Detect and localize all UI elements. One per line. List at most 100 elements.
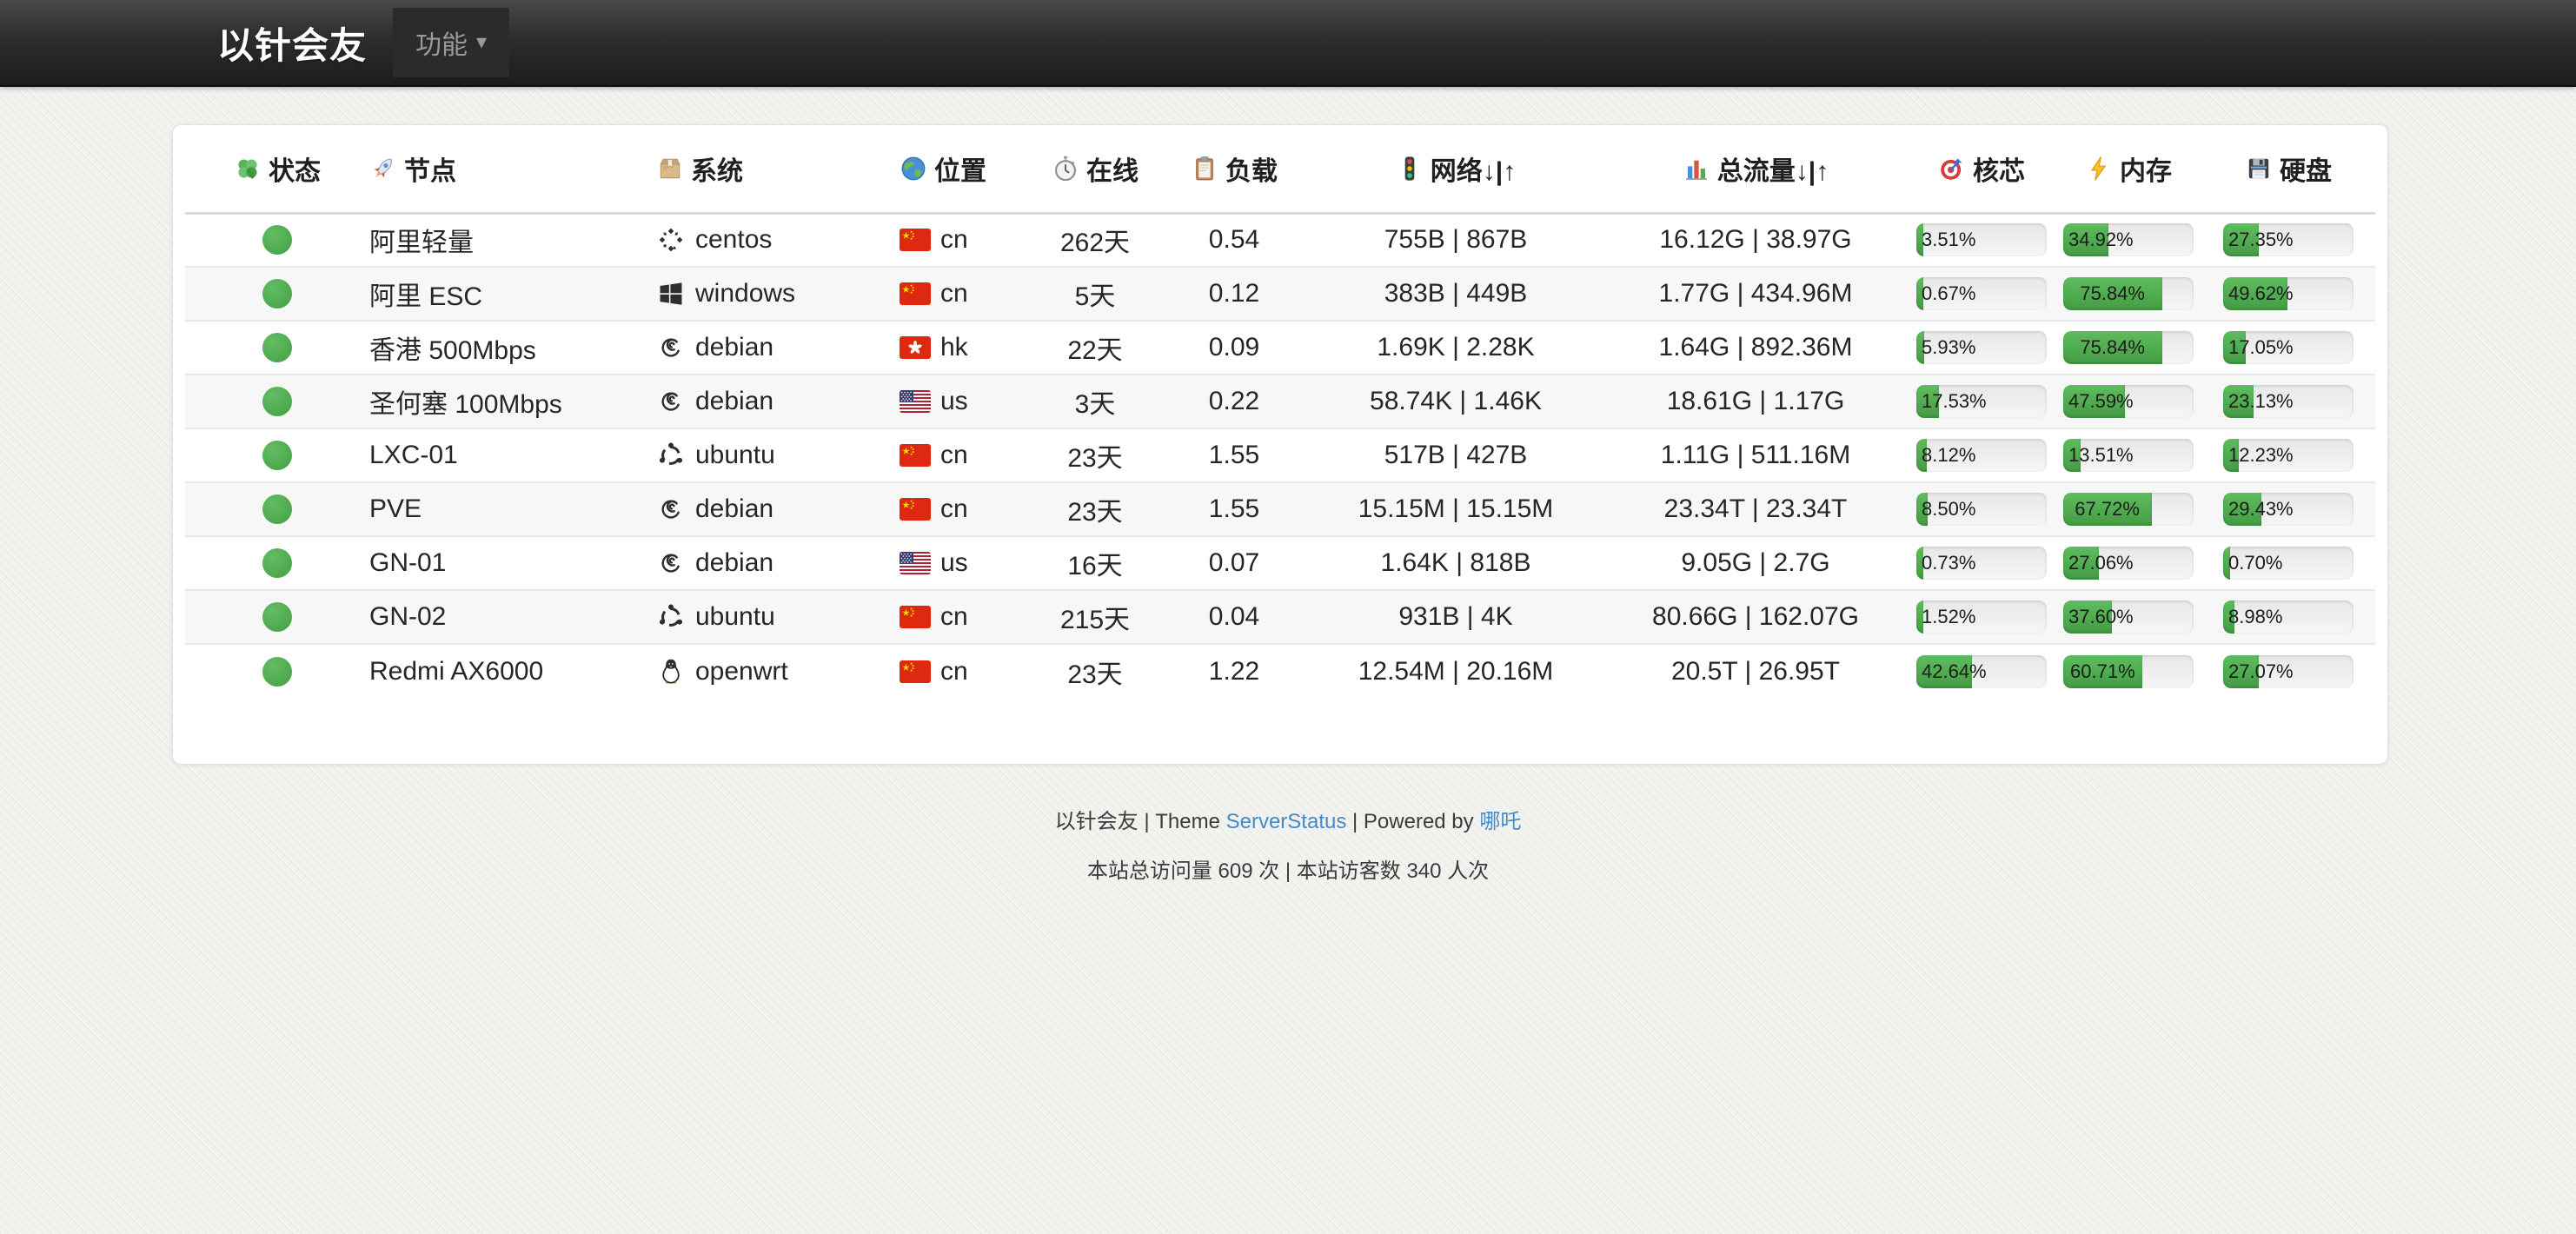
location-code: us	[940, 387, 968, 416]
location-code: cn	[940, 657, 968, 687]
uptime-value: 22天	[1030, 321, 1160, 375]
network-speed-value: 15.15M | 15.15M	[1308, 482, 1603, 536]
powered-by-link[interactable]: 哪吒	[1479, 810, 1521, 833]
location-code: hk	[940, 333, 968, 362]
status-online-dot	[262, 657, 292, 687]
cpu-progress-bar: 1.52%	[1916, 600, 2047, 634]
load-value: 1.22	[1160, 644, 1308, 698]
table-row[interactable]: GN-02 ubuntu cn 215天 0.04 931B | 4K 80.6…	[185, 590, 2375, 644]
disk-progress-bar: 27.35%	[2223, 223, 2354, 256]
col-header-network: 网络↓|↑	[1308, 125, 1603, 213]
uptime-value: 262天	[1030, 213, 1160, 267]
total-traffic-value: 1.77G | 434.96M	[1603, 267, 1908, 321]
menu-功能-dropdown[interactable]: 功能 ▾	[393, 8, 509, 77]
node-name: GN-02	[369, 590, 656, 644]
table-row[interactable]: 阿里 ESC windows cn 5天 0.12 383B | 449B 1.…	[185, 267, 2375, 321]
disk-percent-label: 8.98%	[2228, 600, 2282, 634]
cpu-percent-label: 3.51%	[1922, 223, 1975, 256]
table-row[interactable]: 阿里轻量 centos cn 262天 0.54 755B | 867B 16.…	[185, 213, 2375, 267]
node-name: 香港 500Mbps	[369, 321, 656, 375]
uptime-value: 23天	[1030, 482, 1160, 536]
dart-target-icon	[1938, 155, 1966, 182]
memory-percent-label: 37.60%	[2068, 600, 2134, 634]
memory-percent-label: 27.06%	[2068, 547, 2134, 580]
col-header-location: 位置	[900, 125, 1030, 213]
disk-progress-bar: 17.05%	[2223, 331, 2354, 364]
cpu-progress-bar: 8.12%	[1916, 439, 2047, 472]
windows-icon	[656, 279, 686, 308]
memory-progress-bar: 75.84%	[2063, 277, 2194, 310]
load-value: 0.54	[1160, 213, 1308, 267]
disk-percent-label: 12.23%	[2228, 439, 2294, 472]
disk-percent-label: 27.07%	[2228, 655, 2294, 688]
status-online-dot	[262, 494, 292, 524]
location-code: cn	[940, 225, 968, 255]
table-row[interactable]: 香港 500Mbps debian hk 22天 0.09 1.69K | 2.…	[185, 321, 2375, 375]
cpu-progress-bar: 5.93%	[1916, 331, 2047, 364]
disk-progress-bar: 27.07%	[2223, 655, 2354, 688]
table-row[interactable]: 圣何塞 100Mbps debian us 3天 0.22 58.74K | 1…	[185, 375, 2375, 428]
network-speed-value: 517B | 427B	[1308, 428, 1603, 482]
load-value: 1.55	[1160, 428, 1308, 482]
network-speed-value: 58.74K | 1.46K	[1308, 375, 1603, 428]
disk-percent-label: 0.70%	[2228, 547, 2282, 580]
table-row[interactable]: PVE debian cn 23天 1.55 15.15M | 15.15M 2…	[185, 482, 2375, 536]
os-name: debian	[695, 548, 773, 578]
os-name: ubuntu	[695, 441, 775, 470]
cpu-percent-label: 42.64%	[1922, 655, 1987, 688]
debian-icon	[656, 548, 686, 578]
load-value: 0.07	[1160, 536, 1308, 590]
disk-percent-label: 29.43%	[2228, 493, 2294, 526]
total-traffic-value: 80.66G | 162.07G	[1603, 590, 1908, 644]
memory-progress-bar: 34.92%	[2063, 223, 2194, 256]
os-name: windows	[695, 279, 795, 308]
table-row[interactable]: LXC-01 ubuntu cn 23天 1.55 517B | 427B 1.…	[185, 428, 2375, 482]
bar-chart-icon	[1683, 155, 1710, 182]
memory-percent-label: 13.51%	[2068, 439, 2134, 472]
cpu-percent-label: 0.67%	[1922, 277, 1975, 310]
memory-percent-label: 75.84%	[2080, 331, 2145, 364]
flag-cn-icon	[900, 606, 931, 628]
col-header-online: 在线	[1030, 125, 1160, 213]
theme-link[interactable]: ServerStatus	[1226, 810, 1347, 833]
load-value: 0.09	[1160, 321, 1308, 375]
load-value: 0.22	[1160, 375, 1308, 428]
uptime-value: 23天	[1030, 644, 1160, 698]
memory-progress-bar: 27.06%	[2063, 547, 2194, 580]
network-speed-value: 383B | 449B	[1308, 267, 1603, 321]
status-online-dot	[262, 548, 292, 578]
total-traffic-value: 1.11G | 511.16M	[1603, 428, 1908, 482]
table-row[interactable]: Redmi AX6000 openwrt cn 23天 1.22 12.54M …	[185, 644, 2375, 698]
network-speed-value: 1.69K | 2.28K	[1308, 321, 1603, 375]
disk-progress-bar: 0.70%	[2223, 547, 2354, 580]
centos-icon	[656, 225, 686, 255]
cpu-percent-label: 0.73%	[1922, 547, 1975, 580]
col-header-memory: 内存	[2055, 125, 2201, 213]
flag-cn-icon	[900, 498, 931, 521]
table-row[interactable]: GN-01 debian us 16天 0.07 1.64K | 818B 9.…	[185, 536, 2375, 590]
lightning-icon	[2085, 155, 2113, 182]
disk-progress-bar: 12.23%	[2223, 439, 2354, 472]
node-name: 圣何塞 100Mbps	[369, 375, 656, 428]
status-online-dot	[262, 387, 292, 416]
debian-icon	[656, 494, 686, 524]
floppy-disk-icon	[2245, 155, 2273, 182]
node-name: GN-01	[369, 536, 656, 590]
memory-percent-label: 67.72%	[2075, 493, 2140, 526]
os-name: centos	[695, 225, 772, 255]
cpu-percent-label: 8.12%	[1922, 439, 1975, 472]
status-online-dot	[262, 333, 292, 362]
server-status-page: { "navbar": { "brand": "以针会友", "menu_lab…	[0, 0, 2576, 1234]
memory-progress-bar: 13.51%	[2063, 439, 2194, 472]
clover-icon	[234, 155, 262, 182]
location-code: cn	[940, 441, 968, 470]
cpu-progress-bar: 0.67%	[1916, 277, 2047, 310]
col-header-load: 负载	[1160, 125, 1308, 213]
memory-percent-label: 47.59%	[2068, 385, 2134, 418]
navbar: 以针会友 功能 ▾	[0, 0, 2576, 87]
cpu-progress-bar: 42.64%	[1916, 655, 2047, 688]
status-online-dot	[262, 441, 292, 470]
col-header-disk: 硬盘	[2201, 125, 2375, 213]
load-value: 1.55	[1160, 482, 1308, 536]
node-name: Redmi AX6000	[369, 644, 656, 698]
